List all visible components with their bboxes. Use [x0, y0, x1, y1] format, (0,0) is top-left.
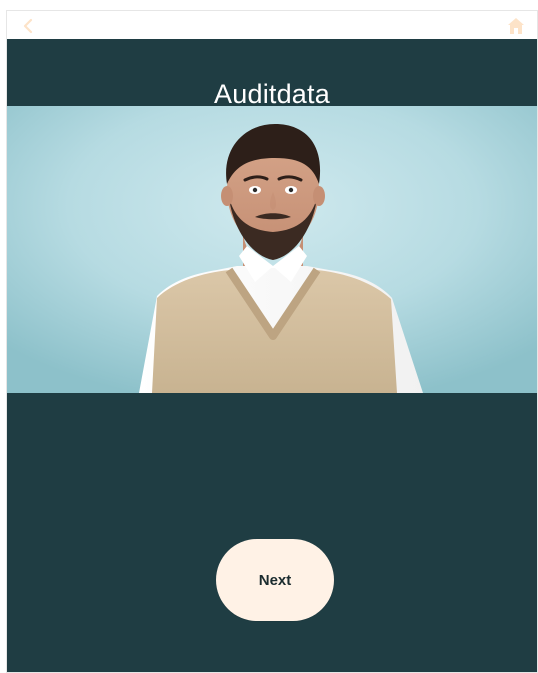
hero-image	[7, 106, 537, 393]
person-image	[7, 106, 537, 393]
main-panel: Auditdata Next	[7, 39, 537, 672]
next-button[interactable]: Next	[216, 539, 334, 621]
home-button[interactable]	[505, 15, 527, 37]
page-title: Auditdata	[214, 79, 330, 109]
app-window: Auditdata Next	[6, 10, 538, 673]
chevron-left-icon	[23, 18, 33, 34]
back-button[interactable]	[17, 15, 39, 37]
home-icon	[508, 18, 524, 34]
top-bar	[7, 11, 537, 39]
